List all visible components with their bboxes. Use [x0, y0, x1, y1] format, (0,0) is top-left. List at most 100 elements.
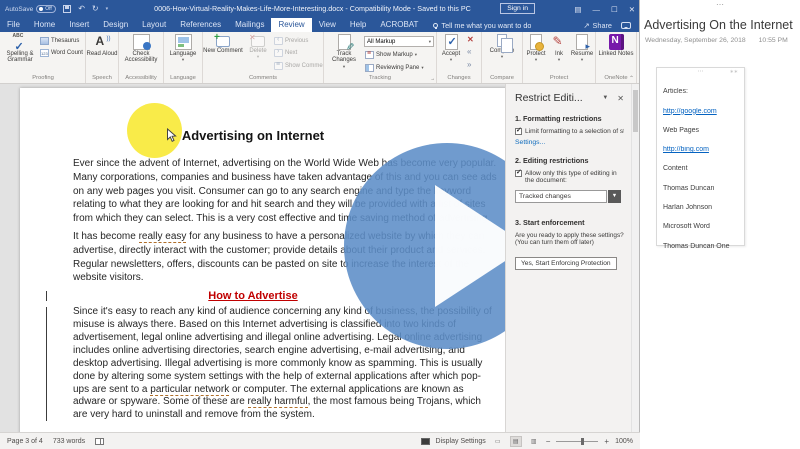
word-count-button[interactable]: Word Count: [39, 49, 85, 58]
ribbon: Spelling & GrammarThesaurus Word Count Pro…: [0, 32, 639, 84]
collapse-ribbon-icon[interactable]: ⌃: [629, 75, 634, 82]
all-markup-value: All Markup: [367, 39, 395, 45]
note-box-handle-icon[interactable]: ⋯: [663, 69, 738, 76]
save-icon[interactable]: [63, 5, 71, 13]
word-count-indicator[interactable]: 733 words: [53, 438, 85, 445]
scrollbar-thumb[interactable]: [633, 90, 638, 132]
previous-change-icon-button[interactable]: [465, 49, 481, 58]
spelling-grammar-icon: [12, 34, 29, 50]
editing-restrictions-heading: 2. Editing restrictions: [515, 156, 624, 165]
read-mode-button[interactable]: ▭: [492, 436, 504, 447]
display-settings-label[interactable]: Display Settings: [436, 438, 486, 445]
protect-button[interactable]: Protect▾: [523, 32, 549, 73]
page-indicator[interactable]: Page 3 of 4: [7, 438, 43, 445]
reject-icon-button[interactable]: [465, 36, 481, 45]
dropdown-arrow-icon[interactable]: ▼: [608, 190, 621, 203]
zoom-level[interactable]: 100%: [615, 438, 633, 445]
redo-icon[interactable]: ↻: [92, 0, 99, 18]
ribbon-group-comments: New CommentDelete▾PreviousNextShow Comme…: [203, 32, 324, 83]
tab-layout[interactable]: Layout: [135, 18, 173, 32]
tab-review[interactable]: Review: [271, 18, 311, 32]
settings-link[interactable]: Settings...: [515, 139, 624, 146]
tab-help[interactable]: Help: [343, 18, 373, 32]
track-changes-button[interactable]: Track Changes▾: [324, 32, 364, 73]
tell-me-box[interactable]: Tell me what you want to do: [433, 18, 531, 32]
ribbon-group-label: Language: [164, 73, 202, 83]
linked-notes-label: Linked Notes: [598, 51, 633, 57]
reviewing-pane-button[interactable]: Reviewing Pane▾: [364, 63, 436, 72]
previous-label: Previous: [285, 38, 308, 44]
limit-formatting-checkbox[interactable]: [515, 128, 522, 135]
spelling-grammar-button[interactable]: Spelling & Grammar: [1, 32, 39, 73]
new-comment-button[interactable]: New Comment: [203, 32, 243, 73]
editing-type-dropdown[interactable]: Tracked changes ▼: [515, 190, 621, 203]
limit-formatting-label: Limit formatting to a selection of style…: [525, 128, 624, 136]
reviewing-pane-label: Reviewing Pane: [376, 65, 419, 71]
note-item: Thomas Duncan One: [663, 243, 738, 250]
reviewing-pane-icon: [365, 64, 374, 72]
ribbon-group-compare: Compare▾Compare: [482, 32, 523, 83]
qat-dropdown-icon[interactable]: ▾: [106, 6, 109, 12]
tab-acrobat[interactable]: ACROBAT: [373, 18, 425, 32]
sign-in-button[interactable]: Sign in: [500, 3, 535, 14]
ribbon-group-protect: Protect▾Ink▾Resume▾Protect: [523, 32, 596, 83]
undo-icon[interactable]: ↶: [78, 0, 85, 18]
all-markup-select[interactable]: All Markup ▾: [364, 36, 434, 47]
tab-design[interactable]: Design: [96, 18, 135, 32]
zoom-slider[interactable]: [556, 441, 598, 442]
pane-close-icon[interactable]: ✕: [617, 94, 624, 103]
ink-icon: [551, 34, 568, 50]
chevron-down-icon: ▾: [257, 54, 259, 60]
zoom-slider-thumb[interactable]: [581, 438, 584, 445]
note-container[interactable]: ⋯ Articles:http://google.comWeb Pageshtt…: [656, 67, 745, 246]
print-layout-button[interactable]: ▤: [510, 436, 522, 447]
compare-button[interactable]: Compare▾: [482, 32, 522, 73]
tab-insert[interactable]: Insert: [62, 18, 96, 32]
ribbon-display-options-icon[interactable]: ▤: [574, 5, 581, 14]
note-link[interactable]: http://google.com: [663, 108, 738, 115]
tell-me-icon: [433, 23, 438, 28]
document-scrollbar[interactable]: [631, 84, 639, 432]
tab-references[interactable]: References: [173, 18, 228, 32]
thesaurus-button[interactable]: Thesaurus: [39, 36, 85, 45]
zoom-in-button[interactable]: +: [604, 437, 609, 446]
maximize-button[interactable]: ☐: [611, 5, 618, 14]
proofing-status-icon[interactable]: [95, 438, 104, 445]
pane-dropdown-icon[interactable]: ▼: [602, 95, 608, 101]
start-enforcing-button[interactable]: Yes, Start Enforcing Protection: [515, 257, 617, 270]
tab-view[interactable]: View: [312, 18, 343, 32]
dialog-launcher-icon[interactable]: ⌐: [431, 74, 434, 83]
limit-formatting-row: Limit formatting to a selection of style…: [515, 128, 624, 136]
ribbon-group-accessibility: Check AccessibilityAccessibility: [119, 32, 164, 83]
tab-mailings[interactable]: Mailings: [228, 18, 271, 32]
tab-file[interactable]: File: [0, 18, 27, 32]
read-aloud-button[interactable]: Read Aloud: [86, 32, 118, 73]
chevron-down-icon: ▾: [415, 52, 417, 58]
check-accessibility-button[interactable]: Check Accessibility: [119, 32, 163, 73]
autosave-toggle[interactable]: AutoSave Off: [5, 5, 56, 13]
note-link[interactable]: http://bing.com: [663, 146, 738, 153]
next-change-icon-button[interactable]: [465, 61, 481, 70]
new-comment-icon: [216, 36, 230, 47]
web-layout-button[interactable]: ▥: [528, 436, 540, 447]
comments-icon[interactable]: [621, 22, 631, 29]
note-title[interactable]: Advertising On the Internet: [641, 18, 800, 32]
allow-editing-checkbox[interactable]: [515, 170, 522, 177]
show-markup-button[interactable]: Show Markup▾: [364, 51, 436, 60]
word-count-icon: [40, 49, 49, 57]
ink-button[interactable]: Ink▾: [549, 32, 569, 73]
chevron-down-icon: ▾: [429, 39, 431, 45]
zoom-out-button[interactable]: −: [546, 437, 551, 446]
resume-button[interactable]: Resume▾: [569, 32, 595, 73]
tab-home[interactable]: Home: [27, 18, 62, 32]
reject-icon: [466, 37, 475, 45]
minimize-button[interactable]: —: [592, 5, 600, 14]
close-button[interactable]: ✕: [629, 5, 635, 14]
next-change-icon: [466, 62, 475, 70]
accept-button[interactable]: Accept▾: [437, 32, 465, 73]
ribbon-group-tracking: Track Changes▾All Markup▾Show Markup▾Rev…: [324, 32, 437, 83]
linked-notes-button[interactable]: Linked Notes: [596, 32, 636, 73]
panel-more-icon[interactable]: ⋯: [641, 0, 800, 9]
language-button[interactable]: Language▾: [164, 32, 202, 73]
share-button[interactable]: ↗Share: [583, 21, 612, 30]
